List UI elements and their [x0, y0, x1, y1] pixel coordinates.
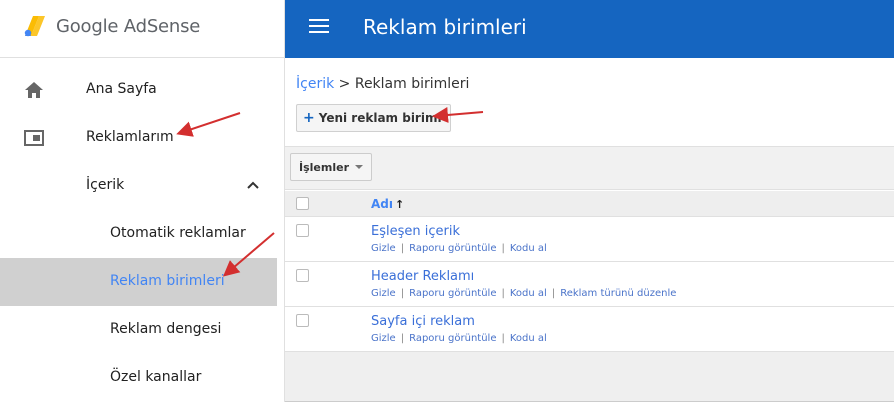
- view-report-link[interactable]: Raporu görüntüle: [409, 333, 496, 344]
- top-app-bar: Reklam birimleri: [285, 0, 894, 58]
- sidebar-item-auto-ads[interactable]: Otomatik reklamlar: [0, 210, 277, 258]
- sidebar-item-ad-balance[interactable]: Reklam dengesi: [0, 306, 277, 354]
- home-icon: [25, 82, 43, 98]
- page-title: Reklam birimleri: [363, 15, 527, 39]
- row-actions: Gizle | Raporu görüntüle | Kodu al: [371, 243, 547, 254]
- row-checkbox[interactable]: [296, 224, 309, 237]
- breadcrumb: İçerik > Reklam birimleri: [296, 76, 469, 92]
- get-code-link[interactable]: Kodu al: [510, 288, 547, 299]
- sidebar-item-my-ads[interactable]: Reklamlarım: [0, 114, 277, 162]
- get-code-link[interactable]: Kodu al: [510, 243, 547, 254]
- table-row: Header Reklamı Gizle | Raporu görüntüle | Ko…: [285, 262, 894, 307]
- row-checkbox[interactable]: [296, 314, 309, 327]
- sidebar-item-ad-units[interactable]: Reklam birimleri: [0, 258, 277, 306]
- ad-unit-name[interactable]: Sayfa içi reklam: [371, 314, 475, 329]
- actions-label: İşlemler: [299, 160, 349, 174]
- sidebar: Google AdSense Ana Sayfa Reklamlarım İçe…: [0, 0, 285, 402]
- caret-down-icon: [355, 165, 363, 169]
- sidebar-item-label: Ana Sayfa: [86, 81, 157, 97]
- sidebar-item-home[interactable]: Ana Sayfa: [0, 66, 277, 114]
- link-separator: |: [400, 333, 405, 344]
- link-separator: |: [501, 288, 505, 299]
- select-all-checkbox[interactable]: [296, 197, 309, 210]
- sidebar-item-label: Özel kanallar: [110, 369, 202, 385]
- sidebar-item-custom-channels[interactable]: Özel kanallar: [0, 354, 277, 402]
- ad-unit-name[interactable]: Eşleşen içerik: [371, 224, 460, 239]
- sort-ascending-icon: ↑: [395, 198, 405, 211]
- table-footer-area: [285, 352, 894, 402]
- new-ad-unit-button[interactable]: + Yeni reklam birimi: [296, 104, 451, 132]
- ad-unit-icon: [24, 130, 44, 146]
- edit-ad-type-link[interactable]: Reklam türünü düzenle: [560, 288, 676, 299]
- row-actions: Gizle | Raporu görüntüle | Kodu al | Reklam tü…: [371, 288, 676, 299]
- chevron-up-icon[interactable]: [246, 178, 260, 192]
- link-separator: |: [400, 288, 405, 299]
- plus-icon: +: [303, 110, 315, 126]
- breadcrumb-current: Reklam birimleri: [354, 76, 470, 92]
- sidebar-item-label: Otomatik reklamlar: [110, 225, 246, 241]
- column-header-name[interactable]: Adı ↑: [371, 197, 404, 211]
- sidebar-item-label: Reklam birimleri: [110, 273, 225, 289]
- table-row: Sayfa içi reklam Gizle | Raporu görüntüle |…: [285, 307, 894, 352]
- main-content: İçerik > Reklam birimleri + Yeni reklam …: [285, 58, 894, 402]
- sidebar-item-label: İçerik: [86, 177, 125, 193]
- row-checkbox[interactable]: [296, 269, 309, 282]
- adsense-logo-icon: [24, 16, 45, 37]
- view-report-link[interactable]: Raporu görüntüle: [409, 243, 496, 254]
- column-header-label: Adı: [371, 197, 393, 211]
- breadcrumb-separator: >: [334, 76, 355, 92]
- logo-bar: Google AdSense: [0, 0, 285, 58]
- view-report-link[interactable]: Raporu görüntüle: [409, 288, 496, 299]
- sidebar-item-label: Reklam dengesi: [110, 321, 222, 337]
- get-code-link[interactable]: Kodu al: [510, 333, 547, 344]
- table-toolbar: İşlemler: [285, 146, 894, 190]
- table-row: Eşleşen içerik Gizle | Raporu görüntüle | Ko…: [285, 217, 894, 262]
- table-header: Adı ↑: [285, 191, 894, 217]
- link-separator: |: [400, 243, 405, 254]
- breadcrumb-link-content[interactable]: İçerik: [296, 76, 334, 92]
- link-separator: |: [501, 333, 505, 344]
- ad-unit-name[interactable]: Header Reklamı: [371, 269, 474, 284]
- menu-icon[interactable]: [309, 18, 329, 34]
- hide-link[interactable]: Gizle: [371, 288, 396, 299]
- actions-dropdown[interactable]: İşlemler: [290, 153, 372, 181]
- hide-link[interactable]: Gizle: [371, 333, 396, 344]
- link-separator: |: [501, 243, 505, 254]
- logo-text: Google AdSense: [56, 16, 201, 37]
- sidebar-item-label: Reklamlarım: [86, 129, 174, 145]
- new-ad-unit-label: Yeni reklam birimi: [318, 111, 442, 125]
- link-separator: |: [551, 288, 556, 299]
- row-actions: Gizle | Raporu görüntüle | Kodu al: [371, 333, 547, 344]
- hide-link[interactable]: Gizle: [371, 243, 396, 254]
- sidebar-item-content[interactable]: İçerik: [0, 162, 277, 210]
